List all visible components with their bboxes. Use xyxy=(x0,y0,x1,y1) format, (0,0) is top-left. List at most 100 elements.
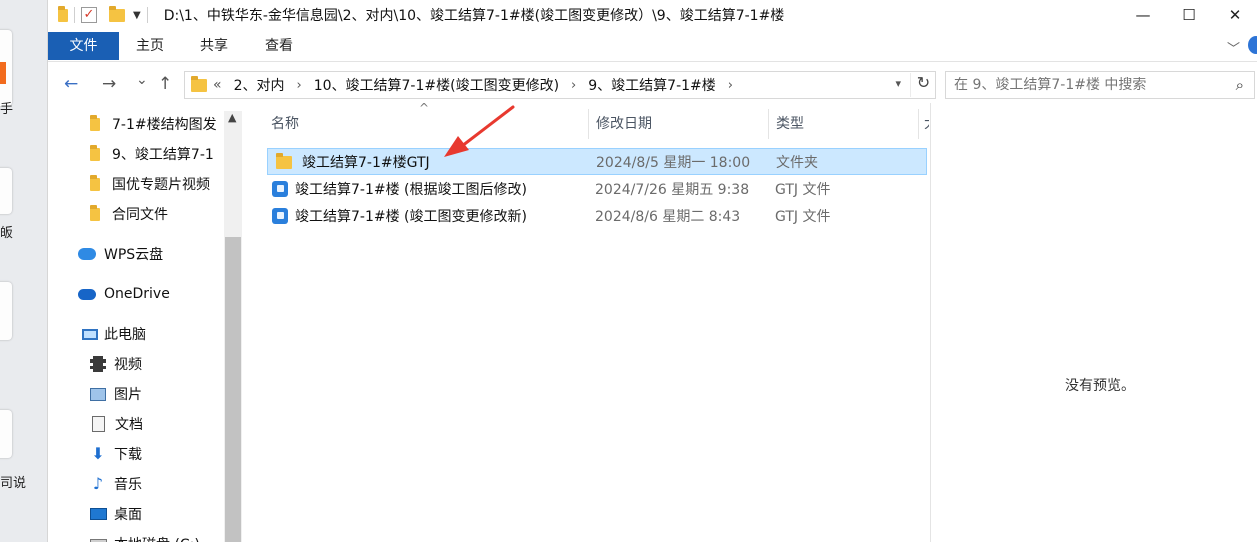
file-date: 2024/8/6 星期二 8:43 xyxy=(595,208,741,225)
window-title: D:\1、中铁华东-金华信息园\2、对内\10、竣工结算7-1#楼(竣工图变更修… xyxy=(163,8,785,24)
column-header-name[interactable]: 名称 xyxy=(271,111,299,137)
folder-icon xyxy=(276,153,292,169)
breadcrumb-item[interactable]: 10、竣工结算7-1#楼(竣工图变更修改) xyxy=(314,75,559,95)
breadcrumb-item[interactable]: 2、对内 xyxy=(234,75,285,95)
file-name: 竣工结算7-1#楼GTJ xyxy=(302,154,430,171)
column-divider[interactable] xyxy=(768,109,769,139)
preview-message: 没有预览。 xyxy=(1065,378,1135,394)
refresh-button[interactable]: ↻ xyxy=(910,73,936,97)
sidebar-item-videos[interactable]: 视频 xyxy=(90,350,222,378)
preview-pane: 没有预览。 xyxy=(930,103,1257,542)
up-button[interactable]: ↑ xyxy=(158,74,172,94)
sidebar-item-wps-cloud[interactable]: WPS云盘 xyxy=(78,240,222,268)
breadcrumb-overflow[interactable]: « xyxy=(213,77,222,93)
desktop-widget-card xyxy=(0,282,12,340)
sort-ascending-icon: ^ xyxy=(419,101,430,115)
computer-icon xyxy=(82,328,98,340)
navigation-bar: ← → ⌄ ↑ « 2、对内 › 10、竣工结算7-1#楼(竣工图变更修改) ›… xyxy=(48,68,1257,102)
column-header-type[interactable]: 类型 xyxy=(776,111,804,137)
chevron-down-icon[interactable]: ﹀ xyxy=(1227,38,1240,57)
column-divider[interactable] xyxy=(588,109,589,139)
column-header-size[interactable]: 大 xyxy=(924,111,929,137)
close-button[interactable]: ✕ xyxy=(1212,0,1257,30)
search-icon[interactable]: ⌕ xyxy=(1236,76,1244,94)
tab-view[interactable]: 查看 xyxy=(265,32,293,60)
sidebar-item-folder[interactable]: 国优专题片视频 xyxy=(90,170,222,198)
folder-icon xyxy=(191,75,207,92)
gtj-file-icon xyxy=(271,180,289,198)
file-name-cell: 竣工结算7-1#楼 (竣工图变更修改新) xyxy=(271,206,527,226)
folder-icon xyxy=(90,144,100,161)
sidebar-item-label: OneDrive xyxy=(104,286,170,302)
customize-toolbar-dropdown-icon[interactable]: ▼ xyxy=(133,10,141,21)
sidebar-item-music[interactable]: ♪ 音乐 xyxy=(90,470,222,498)
file-row[interactable]: 竣工结算7-1#楼 (竣工图变更修改新) 2024/8/6 星期二 8:43 G… xyxy=(267,202,927,229)
scrollbar-thumb[interactable] xyxy=(225,237,241,542)
sidebar-item-onedrive[interactable]: OneDrive xyxy=(78,280,222,308)
file-date: 2024/7/26 星期五 9:38 xyxy=(595,181,750,198)
picture-icon xyxy=(90,387,106,401)
sidebar-item-label: 文档 xyxy=(115,417,143,433)
file-type: 文件夹 xyxy=(776,154,818,171)
window-controls: — ☐ ✕ xyxy=(1120,0,1257,30)
back-button[interactable]: ← xyxy=(64,74,78,94)
sidebar-item-folder[interactable]: 7-1#楼结构图发 xyxy=(90,110,222,138)
file-name-cell: 竣工结算7-1#楼GTJ xyxy=(272,152,430,172)
file-explorer-window: ✓ ▼ D:\1、中铁华东-金华信息园\2、对内\10、竣工结算7-1#楼(竣工… xyxy=(47,0,1257,542)
sidebar-item-label: 下载 xyxy=(114,447,142,463)
desktop-label: 司说 xyxy=(0,476,27,491)
search-box[interactable]: ⌕ xyxy=(945,71,1255,99)
column-header-date[interactable]: 修改日期 xyxy=(596,111,652,137)
help-icon[interactable] xyxy=(1248,36,1257,54)
sidebar-item-pictures[interactable]: 图片 xyxy=(90,380,222,408)
tab-share[interactable]: 共享 xyxy=(200,32,228,60)
file-list: ^ 名称 修改日期 类型 大 竣工结算7-1#楼GTJ 2024/8/5 星期一… xyxy=(257,101,929,542)
column-divider[interactable] xyxy=(918,109,919,139)
file-row[interactable]: 竣工结算7-1#楼GTJ 2024/8/5 星期一 18:00 文件夹 xyxy=(267,148,927,175)
sidebar-item-downloads[interactable]: ⬇ 下载 xyxy=(90,440,222,468)
sidebar-item-folder[interactable]: 合同文件 xyxy=(90,200,222,228)
search-input[interactable] xyxy=(954,77,1224,93)
new-folder-icon[interactable] xyxy=(109,5,125,22)
title-bar: ✓ ▼ D:\1、中铁华东-金华信息园\2、对内\10、竣工结算7-1#楼(竣工… xyxy=(48,0,1257,30)
sidebar-item-folder[interactable]: 9、竣工结算7-1 xyxy=(90,140,222,168)
video-icon xyxy=(90,356,106,372)
desktop-label: 皈 xyxy=(0,226,14,241)
sidebar-item-label: 国优专题片视频 xyxy=(112,177,210,193)
folder-icon xyxy=(90,114,100,131)
sidebar-item-label: 9、竣工结算7-1 xyxy=(112,147,214,163)
sidebar-item-documents[interactable]: 文档 xyxy=(92,410,222,438)
file-name-cell: 竣工结算7-1#楼 (根据竣工图后修改) xyxy=(271,179,527,199)
chevron-right-icon[interactable]: › xyxy=(728,78,733,93)
breadcrumb-item[interactable]: 9、竣工结算7-1#楼 xyxy=(588,75,716,95)
sidebar-item-local-disk[interactable]: 本地磁盘 (C:) xyxy=(90,530,222,542)
address-dropdown-icon[interactable]: ▾ xyxy=(895,77,901,90)
sidebar-item-desktop[interactable]: 桌面 xyxy=(90,500,222,528)
recent-locations-button[interactable]: ⌄ xyxy=(136,72,148,88)
chevron-right-icon[interactable]: › xyxy=(571,78,576,93)
sidebar-item-this-pc[interactable]: 此电脑 xyxy=(82,320,222,348)
desktop-widget-card xyxy=(0,168,12,214)
sidebar-scrollbar[interactable]: ▲ xyxy=(224,111,242,542)
sidebar-item-label: 音乐 xyxy=(114,477,142,493)
file-row[interactable]: 竣工结算7-1#楼 (根据竣工图后修改) 2024/7/26 星期五 9:38 … xyxy=(267,175,927,202)
desktop-background: 手 皈 司说 xyxy=(0,0,47,542)
tab-file[interactable]: 文件 xyxy=(48,32,119,60)
toolbar-divider xyxy=(146,7,148,23)
onedrive-icon xyxy=(78,288,96,300)
address-bar[interactable]: « 2、对内 › 10、竣工结算7-1#楼(竣工图变更修改) › 9、竣工结算7… xyxy=(184,71,936,99)
maximize-button[interactable]: ☐ xyxy=(1166,0,1212,30)
folder-icon xyxy=(90,174,100,191)
music-icon: ♪ xyxy=(92,474,104,493)
forward-button[interactable]: → xyxy=(102,74,116,94)
toolbar-divider xyxy=(74,7,75,23)
chevron-right-icon[interactable]: › xyxy=(297,78,302,93)
properties-check-icon[interactable]: ✓ xyxy=(81,7,97,23)
desktop-widget-card xyxy=(0,410,12,458)
quick-access-toolbar: ✓ ▼ xyxy=(48,0,154,30)
minimize-button[interactable]: — xyxy=(1120,0,1166,30)
desktop-label: 手 xyxy=(0,102,14,117)
tab-home[interactable]: 主页 xyxy=(136,32,164,60)
download-icon: ⬇ xyxy=(91,444,105,463)
scroll-up-icon[interactable]: ▲ xyxy=(228,111,236,124)
